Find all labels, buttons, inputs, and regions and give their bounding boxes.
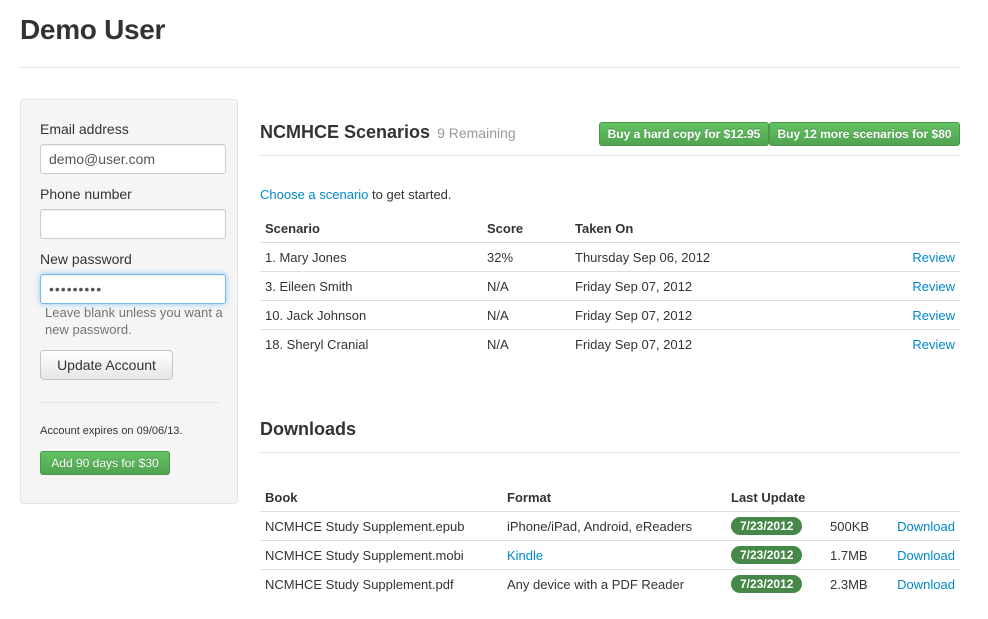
sidebar-divider [40,402,220,403]
file-size: 1.7MB [825,540,892,570]
add-90-days-button[interactable]: Add 90 days for $30 [40,451,170,475]
downloads-title: Downloads [260,419,357,439]
title-divider [20,67,960,68]
update-account-button[interactable]: Update Account [40,350,173,380]
column-header-action [870,214,960,243]
table-header-row: Scenario Score Taken On [260,214,960,243]
column-header-book: Book [265,489,298,505]
scenario-score: N/A [482,329,570,358]
column-header-format: Format [507,489,552,505]
table-row: 1. Mary Jones 32% Thursday Sep 06, 2012 … [260,242,960,272]
scenario-name: 3. Eileen Smith [260,271,482,301]
scenario-taken-on: Friday Sep 07, 2012 [570,271,870,301]
last-update-badge: 7/23/2012 [731,517,803,535]
email-field[interactable] [40,144,226,174]
downloads-table: Book Format Last Update NCMHCE Study Sup… [260,483,960,598]
scenario-score: 32% [482,242,570,272]
password-help-text: Leave blank unless you want a new passwo… [45,305,223,337]
review-link[interactable]: Review [912,337,955,352]
scenarios-heading: NCMHCE Scenarios 9 Remaining [260,122,516,143]
review-link[interactable]: Review [912,279,955,294]
column-header-size [825,483,892,512]
scenarios-table: Scenario Score Taken On 1. Mary Jones 32… [260,214,960,358]
download-link[interactable]: Download [897,519,955,534]
table-row: NCMHCE Study Supplement.pdf Any device w… [260,569,960,598]
scenarios-title: NCMHCE Scenarios [260,122,431,142]
last-update-badge: 7/23/2012 [731,575,803,593]
phone-field[interactable] [40,209,226,239]
intro-text: to get started. [368,187,452,202]
table-row: 3. Eileen Smith N/A Friday Sep 07, 2012 … [260,271,960,301]
scenarios-divider [260,155,960,156]
buy-hard-copy-button[interactable]: Buy a hard copy for $12.95 [599,122,769,146]
scenario-name: 10. Jack Johnson [260,300,482,330]
book-name: NCMHCE Study Supplement.mobi [260,540,502,570]
review-link[interactable]: Review [912,250,955,265]
file-size: 2.3MB [825,569,892,598]
buy-more-scenarios-button[interactable]: Buy 12 more scenarios for $80 [769,122,960,146]
column-header-action [892,483,960,512]
scenario-name: 18. Sheryl Cranial [260,329,482,358]
password-label: New password [40,251,132,267]
account-expiry-text: Account expires on 09/06/13. [40,425,183,437]
book-format: Any device with a PDF Reader [502,569,726,598]
downloads-divider [260,452,960,453]
scenario-score: N/A [482,271,570,301]
table-row: NCMHCE Study Supplement.epub iPhone/iPad… [260,511,960,541]
scenario-taken-on: Friday Sep 07, 2012 [570,300,870,330]
table-row: NCMHCE Study Supplement.mobi Kindle 7/23… [260,540,960,570]
kindle-format-link[interactable]: Kindle [507,548,543,563]
page-title: Demo User [20,14,166,45]
review-link[interactable]: Review [912,308,955,323]
column-header-taken-on: Taken On [575,220,634,236]
file-size: 500KB [825,511,892,541]
column-header-scenario: Scenario [265,220,320,236]
scenario-taken-on: Friday Sep 07, 2012 [570,329,870,358]
download-link[interactable]: Download [897,548,955,563]
email-label: Email address [40,121,129,137]
book-name: NCMHCE Study Supplement.pdf [260,569,502,598]
table-row: 18. Sheryl Cranial N/A Friday Sep 07, 20… [260,329,960,358]
column-header-last-update: Last Update [731,489,806,505]
scenario-name: 1. Mary Jones [260,242,482,272]
download-link[interactable]: Download [897,577,955,592]
password-field[interactable] [40,274,226,304]
last-update-badge: 7/23/2012 [731,546,803,564]
scenario-taken-on: Thursday Sep 06, 2012 [570,242,870,272]
book-format: iPhone/iPad, Android, eReaders [502,511,726,541]
scenarios-remaining: 9 Remaining [437,125,516,141]
scenarios-intro: Choose a scenario to get started. [260,187,452,202]
phone-label: Phone number [40,186,132,202]
choose-scenario-link[interactable]: Choose a scenario [260,187,368,202]
column-header-score: Score [487,220,524,236]
account-sidebar: Email address Phone number New password … [20,99,238,504]
table-row: 10. Jack Johnson N/A Friday Sep 07, 2012… [260,300,960,330]
table-header-row: Book Format Last Update [260,483,960,512]
scenario-score: N/A [482,300,570,330]
book-name: NCMHCE Study Supplement.epub [260,511,502,541]
